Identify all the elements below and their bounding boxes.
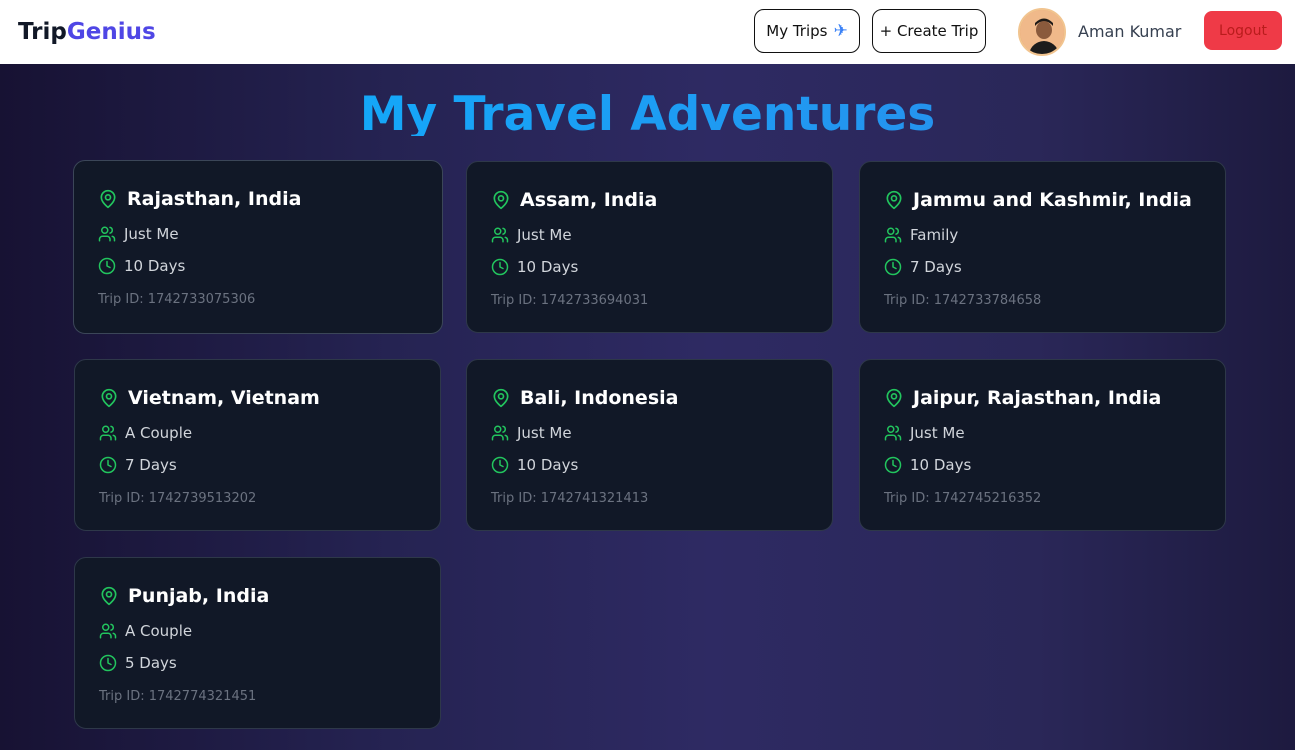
trip-destination: Assam, India (520, 189, 658, 211)
map-pin-icon (98, 189, 118, 209)
trip-destination: Rajasthan, India (127, 188, 302, 210)
trip-travelers: Just Me (910, 424, 965, 442)
trip-duration: 7 Days (910, 258, 962, 276)
users-icon (99, 424, 117, 442)
clock-icon (884, 456, 902, 474)
trip-travelers: A Couple (125, 424, 193, 442)
trip-duration: 10 Days (910, 456, 972, 474)
map-pin-icon (491, 388, 511, 408)
clock-icon (884, 258, 902, 276)
users-icon (491, 424, 509, 442)
trip-destination-row: Assam, India (491, 189, 657, 211)
clock-icon (99, 654, 117, 672)
trip-destination-row: Bali, Indonesia (491, 387, 678, 409)
trip-duration-row: 5 Days (99, 654, 177, 672)
trip-card[interactable]: Jaipur, Rajasthan, India Just Me 10 Days… (859, 359, 1226, 531)
clock-icon (491, 456, 509, 474)
trip-id: Trip ID: 1742774321451 (99, 689, 257, 704)
trips-grid: Rajasthan, India Just Me 10 Days Trip ID… (0, 0, 1295, 750)
trip-card[interactable]: Assam, India Just Me 10 Days Trip ID: 17… (466, 161, 833, 333)
trip-id: Trip ID: 1742741321413 (491, 491, 649, 506)
trip-travelers-row: Just Me (98, 225, 179, 243)
clock-icon (98, 257, 116, 275)
trip-duration-row: 7 Days (99, 456, 177, 474)
trip-duration: 5 Days (125, 654, 177, 672)
trip-destination-row: Jammu and Kashmir, India (884, 189, 1192, 211)
trip-travelers-row: Just Me (491, 424, 572, 442)
trip-duration-row: 10 Days (491, 258, 578, 276)
trip-destination-row: Rajasthan, India (98, 188, 301, 210)
trip-id: Trip ID: 1742733784658 (884, 293, 1042, 308)
trip-duration: 10 Days (517, 456, 579, 474)
trip-id: Trip ID: 1742745216352 (884, 491, 1042, 506)
map-pin-icon (99, 586, 119, 606)
trip-duration: 10 Days (124, 257, 186, 275)
map-pin-icon (884, 388, 904, 408)
users-icon (884, 424, 902, 442)
users-icon (884, 226, 902, 244)
trip-duration: 10 Days (517, 258, 579, 276)
trip-destination: Vietnam, Vietnam (128, 387, 320, 409)
trip-card[interactable]: Bali, Indonesia Just Me 10 Days Trip ID:… (466, 359, 833, 531)
trip-destination-row: Vietnam, Vietnam (99, 387, 320, 409)
trip-travelers: Just Me (517, 226, 572, 244)
trip-duration-row: 10 Days (884, 456, 971, 474)
users-icon (98, 225, 116, 243)
trip-travelers: Just Me (124, 225, 179, 243)
clock-icon (99, 456, 117, 474)
trip-destination: Jammu and Kashmir, India (913, 189, 1192, 211)
trip-card[interactable]: Punjab, India A Couple 5 Days Trip ID: 1… (74, 557, 441, 729)
trip-id: Trip ID: 1742733075306 (98, 292, 256, 307)
trip-travelers-row: A Couple (99, 622, 192, 640)
trip-travelers-row: Just Me (491, 226, 572, 244)
trip-travelers-row: A Couple (99, 424, 192, 442)
trip-duration-row: 7 Days (884, 258, 962, 276)
users-icon (99, 622, 117, 640)
trip-duration-row: 10 Days (98, 257, 185, 275)
map-pin-icon (99, 388, 119, 408)
trip-travelers-row: Just Me (884, 424, 965, 442)
trip-id: Trip ID: 1742733694031 (491, 293, 649, 308)
trip-travelers: Just Me (517, 424, 572, 442)
trip-duration-row: 10 Days (491, 456, 578, 474)
map-pin-icon (884, 190, 904, 210)
trip-card[interactable]: Jammu and Kashmir, India Family 7 Days T… (859, 161, 1226, 333)
trip-travelers: A Couple (125, 622, 193, 640)
trip-card[interactable]: Vietnam, Vietnam A Couple 7 Days Trip ID… (74, 359, 441, 531)
map-pin-icon (491, 190, 511, 210)
trip-destination-row: Jaipur, Rajasthan, India (884, 387, 1161, 409)
trip-travelers-row: Family (884, 226, 958, 244)
trip-card[interactable]: Rajasthan, India Just Me 10 Days Trip ID… (73, 160, 443, 334)
trip-destination: Punjab, India (128, 585, 270, 607)
trip-destination: Bali, Indonesia (520, 387, 679, 409)
clock-icon (491, 258, 509, 276)
trip-id: Trip ID: 1742739513202 (99, 491, 257, 506)
users-icon (491, 226, 509, 244)
trip-duration: 7 Days (125, 456, 177, 474)
trip-destination: Jaipur, Rajasthan, India (913, 387, 1162, 409)
trip-travelers: Family (910, 226, 959, 244)
trip-destination-row: Punjab, India (99, 585, 269, 607)
